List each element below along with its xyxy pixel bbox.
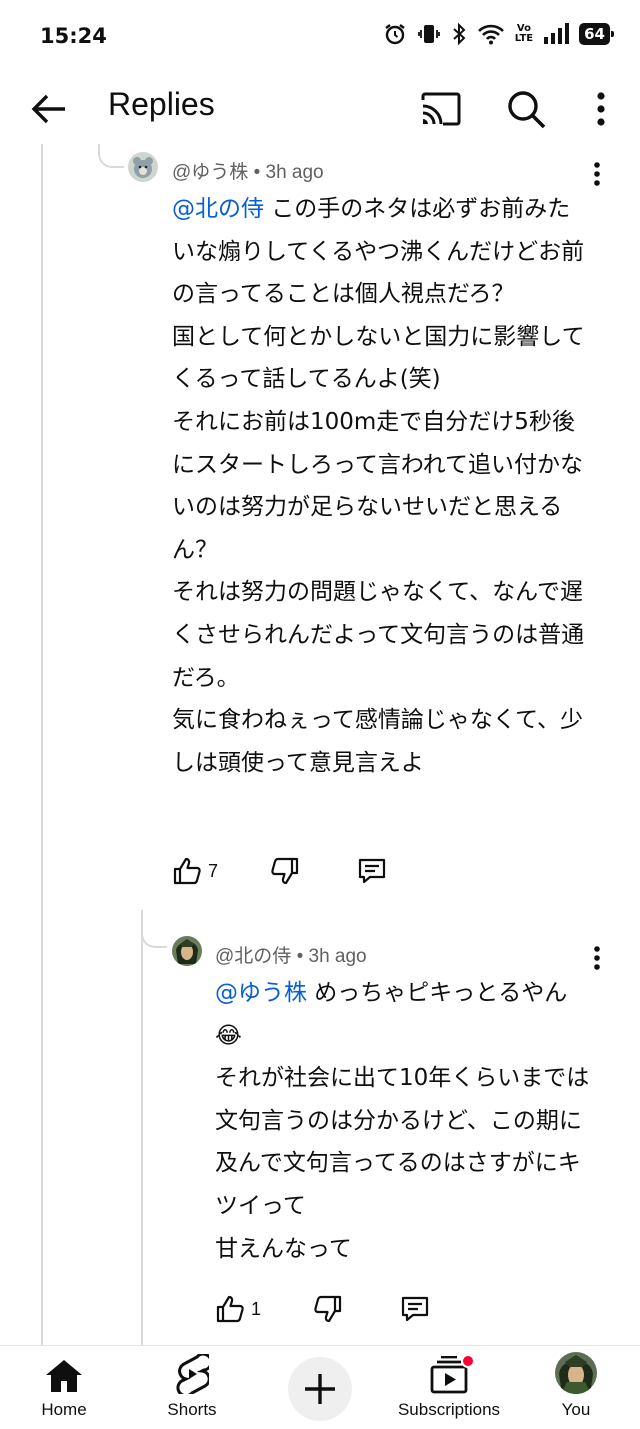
- mention-link[interactable]: @北の侍: [172, 196, 264, 222]
- comment-body: めっちゃピキっとるやん😂 それが社会に出て10年くらいまでは文句言うのは分かるけ…: [215, 980, 590, 1262]
- dislike-button[interactable]: [313, 1294, 343, 1324]
- like-button[interactable]: 1: [215, 1294, 261, 1324]
- more-vertical-icon: [597, 92, 605, 126]
- thumbs-down-icon: [271, 857, 299, 885]
- signal-icon: [544, 23, 570, 44]
- bluetooth-icon: [453, 22, 466, 46]
- avatar[interactable]: [128, 152, 158, 182]
- thumbs-up-icon: [173, 857, 201, 885]
- vibrate-icon: [417, 25, 440, 43]
- more-options-button[interactable]: [578, 86, 624, 132]
- avatar-bear-image: [128, 152, 158, 182]
- comment-meta: @ゆう株 • 3h ago: [172, 162, 324, 183]
- thumbs-down-icon: [314, 1295, 342, 1323]
- like-count: 1: [251, 1298, 262, 1319]
- back-button[interactable]: [28, 88, 70, 130]
- reply-comment: @ゆう株 • 3h ago @北の侍 この手のネタは必ずお前みたいな煽りしてくる…: [0, 144, 640, 904]
- comment-text: @ゆう株 めっちゃピキっとるやん😂 それが社会に出て10年くらいまでは文句言うの…: [215, 972, 590, 1270]
- nav-shorts[interactable]: Shorts: [152, 1346, 232, 1429]
- comment-reply-icon: [358, 858, 386, 884]
- comment-meta: @北の侍 • 3h ago: [215, 946, 367, 967]
- search-icon: [508, 91, 546, 129]
- profile-avatar-image: [555, 1352, 597, 1394]
- comment-age: 3h ago: [265, 162, 324, 183]
- dislike-button[interactable]: [270, 856, 300, 886]
- comment-actions: 1: [215, 1294, 431, 1324]
- nav-subscriptions[interactable]: Subscriptions: [390, 1346, 508, 1429]
- battery-indicator: 64: [579, 23, 614, 45]
- nav-home-label: Home: [41, 1400, 87, 1419]
- comment-body: この手のネタは必ずお前みたいな煽りしてくるやつ沸くんだけどお前の言ってることは個…: [172, 196, 585, 776]
- plus-icon: [305, 1374, 335, 1404]
- avatar[interactable]: [172, 936, 202, 966]
- cast-button[interactable]: [418, 86, 464, 132]
- app-header: Replies: [0, 72, 640, 144]
- like-button[interactable]: 7: [172, 856, 218, 886]
- status-icons: Vo LTE 64: [383, 22, 614, 46]
- nav-home[interactable]: Home: [24, 1346, 104, 1429]
- more-vertical-icon: [594, 946, 600, 970]
- nav-you-label: You: [561, 1400, 591, 1419]
- bottom-navigation: Home Shorts Subscriptions You: [0, 1345, 640, 1429]
- more-vertical-icon: [594, 162, 600, 186]
- volte-indicator: Vo LTE: [514, 23, 534, 44]
- comment-age: 3h ago: [308, 946, 367, 967]
- reply-button[interactable]: [356, 856, 388, 886]
- home-icon: [46, 1360, 82, 1392]
- create-button[interactable]: [288, 1357, 352, 1421]
- comment-actions: 7: [172, 856, 388, 886]
- shorts-icon: [176, 1354, 209, 1394]
- reply-button[interactable]: [399, 1294, 431, 1324]
- search-button[interactable]: [503, 86, 549, 132]
- arrow-left-icon: [31, 94, 65, 124]
- status-bar: 15:24 Vo LTE 64: [0, 0, 640, 72]
- like-count: 7: [208, 860, 219, 881]
- nav-shorts-label: Shorts: [167, 1400, 217, 1419]
- wifi-icon: [477, 24, 504, 45]
- comment-reply-icon: [401, 1296, 429, 1322]
- nav-you[interactable]: You: [546, 1346, 606, 1429]
- cast-icon: [421, 92, 461, 126]
- reply-comment: @北の侍 • 3h ago @ゆう株 めっちゃピキっとるやん😂 それが社会に出て…: [0, 930, 640, 1345]
- thumbs-up-icon: [216, 1295, 244, 1323]
- status-time: 15:24: [40, 24, 107, 48]
- comment-author[interactable]: @北の侍: [215, 946, 291, 967]
- notification-dot: [461, 1354, 475, 1368]
- page-title: Replies: [108, 86, 215, 122]
- avatar-character-image: [172, 936, 202, 966]
- nav-subscriptions-label: Subscriptions: [397, 1400, 501, 1419]
- mention-link[interactable]: @ゆう株: [215, 980, 307, 1006]
- comment-author[interactable]: @ゆう株: [172, 162, 248, 183]
- alarm-icon: [385, 24, 405, 45]
- comment-text: @北の侍 この手のネタは必ずお前みたいな煽りしてくるやつ沸くんだけどお前の言って…: [172, 188, 587, 784]
